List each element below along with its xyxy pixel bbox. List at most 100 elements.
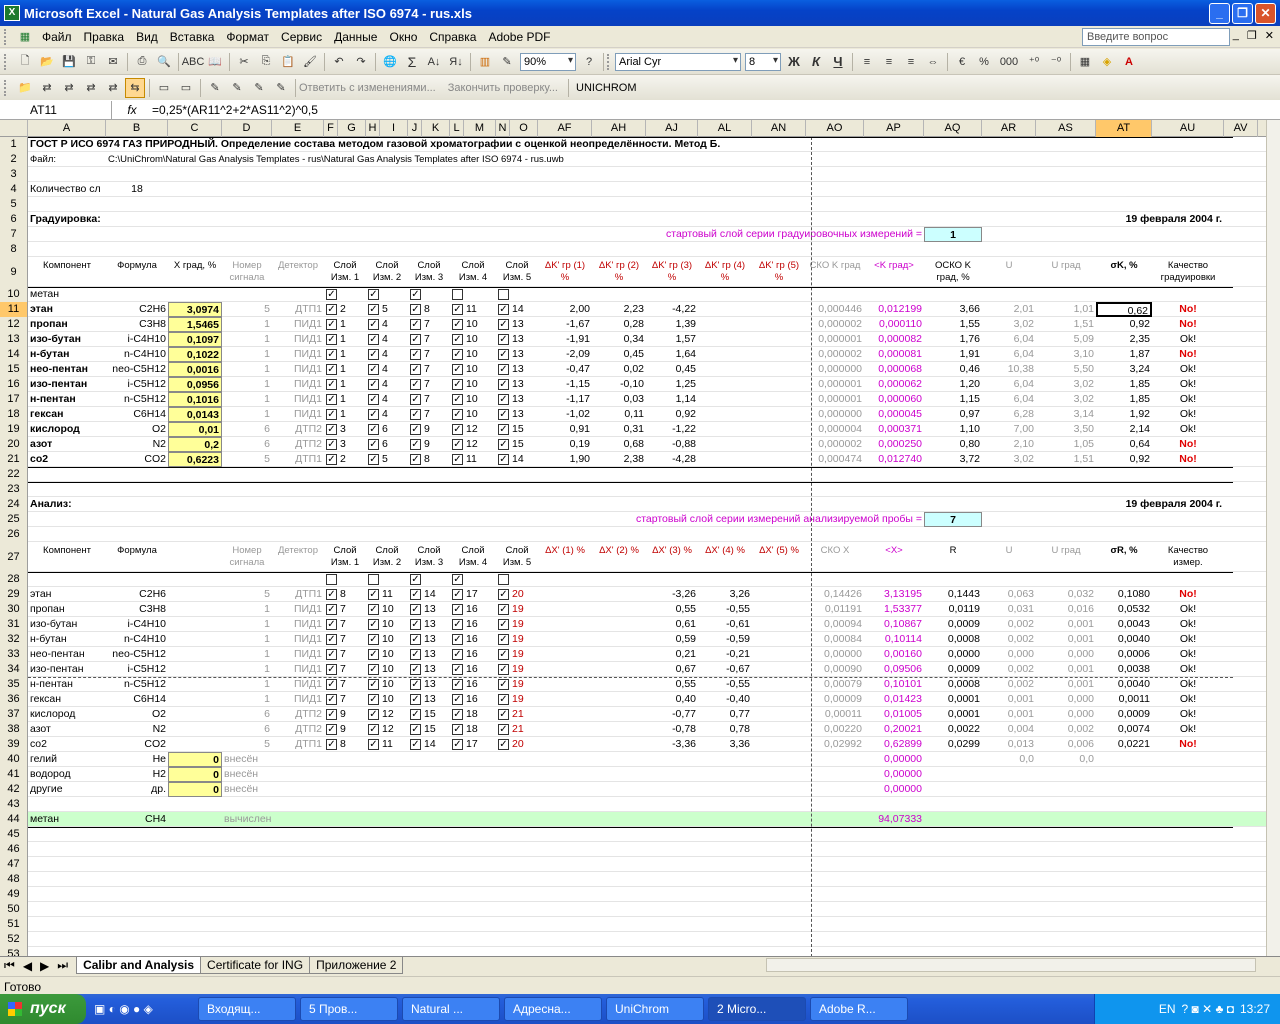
sko-x[interactable]: 0,14426	[806, 587, 864, 602]
layer-checkbox[interactable]: ✓	[368, 724, 379, 735]
osko-k[interactable]: 1,15	[924, 392, 982, 407]
column-caption[interactable]: Номер сигнала	[222, 542, 272, 572]
formula[interactable]: H2	[106, 767, 168, 782]
x-entered[interactable]: 0	[168, 752, 222, 767]
column-caption[interactable]: Слой Изм. 1	[324, 542, 366, 572]
sigma-k[interactable]: 0,92	[1096, 452, 1152, 467]
layer-checkbox[interactable]: ✓	[452, 589, 463, 600]
delta-x4[interactable]: -0,61	[698, 617, 752, 632]
layer-checkbox[interactable]: ✓	[410, 619, 421, 630]
select-all-corner[interactable]	[0, 120, 28, 137]
align-right-icon[interactable]: ≡	[901, 52, 921, 72]
detector[interactable]: ПИД1	[272, 347, 324, 362]
u-value[interactable]: 0,031	[982, 602, 1036, 617]
u-grad[interactable]: 0,006	[1036, 737, 1096, 752]
layer-number[interactable]: 10	[464, 332, 496, 347]
layer-checkbox[interactable]: ✓	[498, 724, 509, 735]
formula[interactable]: C3H8	[106, 602, 168, 617]
mean-x[interactable]: 0,62899	[864, 737, 924, 752]
layer-number[interactable]: 13	[422, 617, 450, 632]
column-header[interactable]: AU	[1152, 120, 1224, 137]
review-icon-3[interactable]: ✎	[249, 78, 269, 98]
layer-number[interactable]: 13	[422, 632, 450, 647]
layer-checkbox[interactable]: ✓	[410, 574, 421, 585]
u-value[interactable]: 3,02	[982, 452, 1036, 467]
layer-checkbox[interactable]: ✓	[410, 424, 421, 435]
quality-flag[interactable]: Ok!	[1152, 617, 1224, 632]
delta-k2[interactable]: 0,68	[592, 437, 646, 452]
layer-number[interactable]: 13	[510, 407, 538, 422]
column-caption[interactable]: ΔX' (5) %	[752, 542, 806, 572]
u-value[interactable]: 2,01	[982, 302, 1036, 317]
mean-x[interactable]: 3,13195	[864, 587, 924, 602]
layer-checkbox[interactable]: ✓	[326, 334, 337, 345]
layer-checkbox[interactable]: ✓	[368, 334, 379, 345]
mean-k[interactable]: 0,012199	[864, 302, 924, 317]
delta-x3[interactable]: 0,61	[646, 617, 698, 632]
row-header[interactable]: 5	[0, 197, 28, 212]
task-explorer[interactable]: 5 Пров...	[300, 997, 398, 1021]
row-header[interactable]: 20	[0, 437, 28, 452]
delta-k3[interactable]: -1,22	[646, 422, 698, 437]
row-header[interactable]: 26	[0, 527, 28, 542]
menu-item[interactable]: Данные	[328, 30, 383, 44]
delta-x3[interactable]: 0,40	[646, 692, 698, 707]
layer-checkbox[interactable]: ✓	[326, 649, 337, 660]
copy-icon[interactable]: ⎘	[256, 52, 276, 72]
layer-checkbox[interactable]: ✓	[326, 739, 337, 750]
layer-number[interactable]: 7	[338, 617, 366, 632]
permission-icon[interactable]: ⚿	[81, 52, 101, 72]
u-grad[interactable]: 0,032	[1036, 587, 1096, 602]
component-name[interactable]: гексан	[28, 692, 106, 707]
layer-checkbox[interactable]: ✓	[368, 709, 379, 720]
mean-x[interactable]: 0,10114	[864, 632, 924, 647]
sko-k[interactable]: 0,000001	[806, 392, 864, 407]
detector[interactable]: ПИД1	[272, 677, 324, 692]
layer-checkbox[interactable]: ✓	[498, 619, 509, 630]
column-caption[interactable]: ΔX' (3) %	[646, 542, 698, 572]
layer-checkbox[interactable]: ✓	[452, 394, 463, 405]
ask-question-input[interactable]: Введите вопрос	[1082, 28, 1230, 46]
component-name[interactable]: этан	[28, 587, 106, 602]
layer-checkbox[interactable]: ✓	[452, 334, 463, 345]
u-grad[interactable]: 0,016	[1036, 602, 1096, 617]
layer-checkbox[interactable]: ✓	[326, 319, 337, 330]
row-header[interactable]: 35	[0, 677, 28, 692]
layer-count-label[interactable]: Количество сл	[28, 182, 106, 197]
quality-flag[interactable]: No!	[1152, 317, 1224, 332]
format-painter-icon[interactable]: 🖌	[300, 52, 320, 72]
component-name[interactable]: метан	[28, 812, 106, 827]
layer-number[interactable]: 8	[422, 452, 450, 467]
quality-flag[interactable]: No!	[1152, 437, 1224, 452]
layer-checkbox[interactable]: ✓	[452, 679, 463, 690]
row-header[interactable]: 6	[0, 212, 28, 227]
u-grad[interactable]: 0,001	[1036, 662, 1096, 677]
new-icon[interactable]: 🗋	[15, 52, 35, 72]
layer-number[interactable]: 4	[380, 377, 408, 392]
layer-checkbox[interactable]: ✓	[452, 439, 463, 450]
layer-number[interactable]: 11	[380, 737, 408, 752]
layer-checkbox[interactable]: ✓	[498, 439, 509, 450]
mean-x[interactable]: 94,07333	[864, 812, 924, 827]
column-header[interactable]: H	[366, 120, 380, 137]
delta-k1[interactable]: 1,90	[538, 452, 592, 467]
row-header[interactable]: 12	[0, 317, 28, 332]
quality-flag[interactable]: No!	[1152, 587, 1224, 602]
layer-number[interactable]: 10	[380, 617, 408, 632]
track-changes-icon[interactable]: ⇆	[125, 77, 145, 98]
layer-checkbox[interactable]: ✓	[410, 394, 421, 405]
signal-number[interactable]: 5	[222, 737, 272, 752]
detector[interactable]: ПИД1	[272, 407, 324, 422]
analysis-date[interactable]: 19 февраля 2004 г.	[1096, 497, 1224, 512]
layer-number[interactable]: 16	[464, 662, 496, 677]
sigma-r[interactable]: 0,0040	[1096, 632, 1152, 647]
u-value[interactable]: 6,04	[982, 332, 1036, 347]
task-inbox[interactable]: Входящ...	[198, 997, 296, 1021]
worksheet-grid[interactable]: A B C D E F G H I J K L M N O AF AH AJ AL AN AO AP AQ AR AS AT AU A…	[0, 120, 1266, 956]
layer-checkbox[interactable]: ✓	[452, 364, 463, 375]
quality-flag[interactable]: Ok!	[1152, 332, 1224, 347]
delta-x4[interactable]: 3,36	[698, 737, 752, 752]
delta-k3[interactable]: 1,39	[646, 317, 698, 332]
signal-number[interactable]: 1	[222, 392, 272, 407]
layer-checkbox[interactable]: ✓	[498, 349, 509, 360]
